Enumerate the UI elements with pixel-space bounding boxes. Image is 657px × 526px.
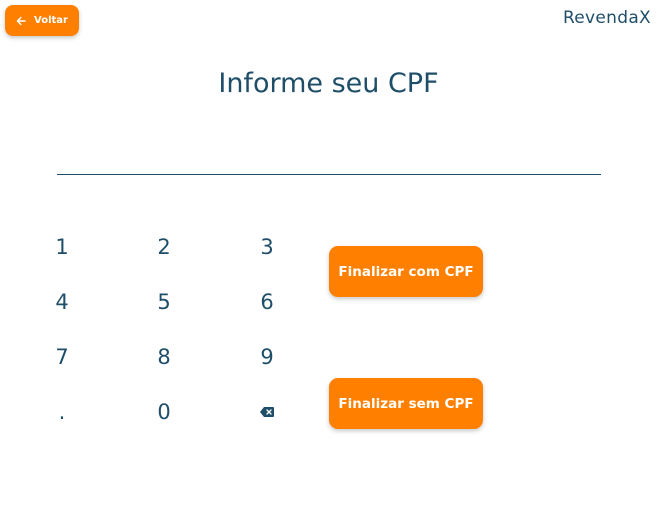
key-3[interactable]: 3 <box>247 229 287 265</box>
back-button-label: Voltar <box>34 15 68 26</box>
backspace-icon <box>260 407 274 417</box>
cpf-input[interactable] <box>57 140 601 175</box>
key-5[interactable]: 5 <box>144 284 184 320</box>
brand-logo: RevendaX <box>562 8 651 28</box>
key-dot[interactable]: . <box>42 394 82 430</box>
key-9[interactable]: 9 <box>247 339 287 375</box>
finalize-with-cpf-button[interactable]: Finalizar com CPF <box>329 246 483 297</box>
key-8[interactable]: 8 <box>144 339 184 375</box>
finalize-without-cpf-button[interactable]: Finalizar sem CPF <box>329 378 483 429</box>
key-0[interactable]: 0 <box>144 394 184 430</box>
key-1[interactable]: 1 <box>42 229 82 265</box>
cpf-screen: Voltar RevendaX Informe seu CPF 1 2 3 4 … <box>0 0 657 526</box>
key-2[interactable]: 2 <box>144 229 184 265</box>
arrow-left-icon <box>16 16 26 26</box>
page-title: Informe seu CPF <box>218 68 439 99</box>
key-7[interactable]: 7 <box>42 339 82 375</box>
key-4[interactable]: 4 <box>42 284 82 320</box>
backspace-key[interactable] <box>247 394 287 430</box>
key-6[interactable]: 6 <box>247 284 287 320</box>
back-button[interactable]: Voltar <box>5 5 79 36</box>
